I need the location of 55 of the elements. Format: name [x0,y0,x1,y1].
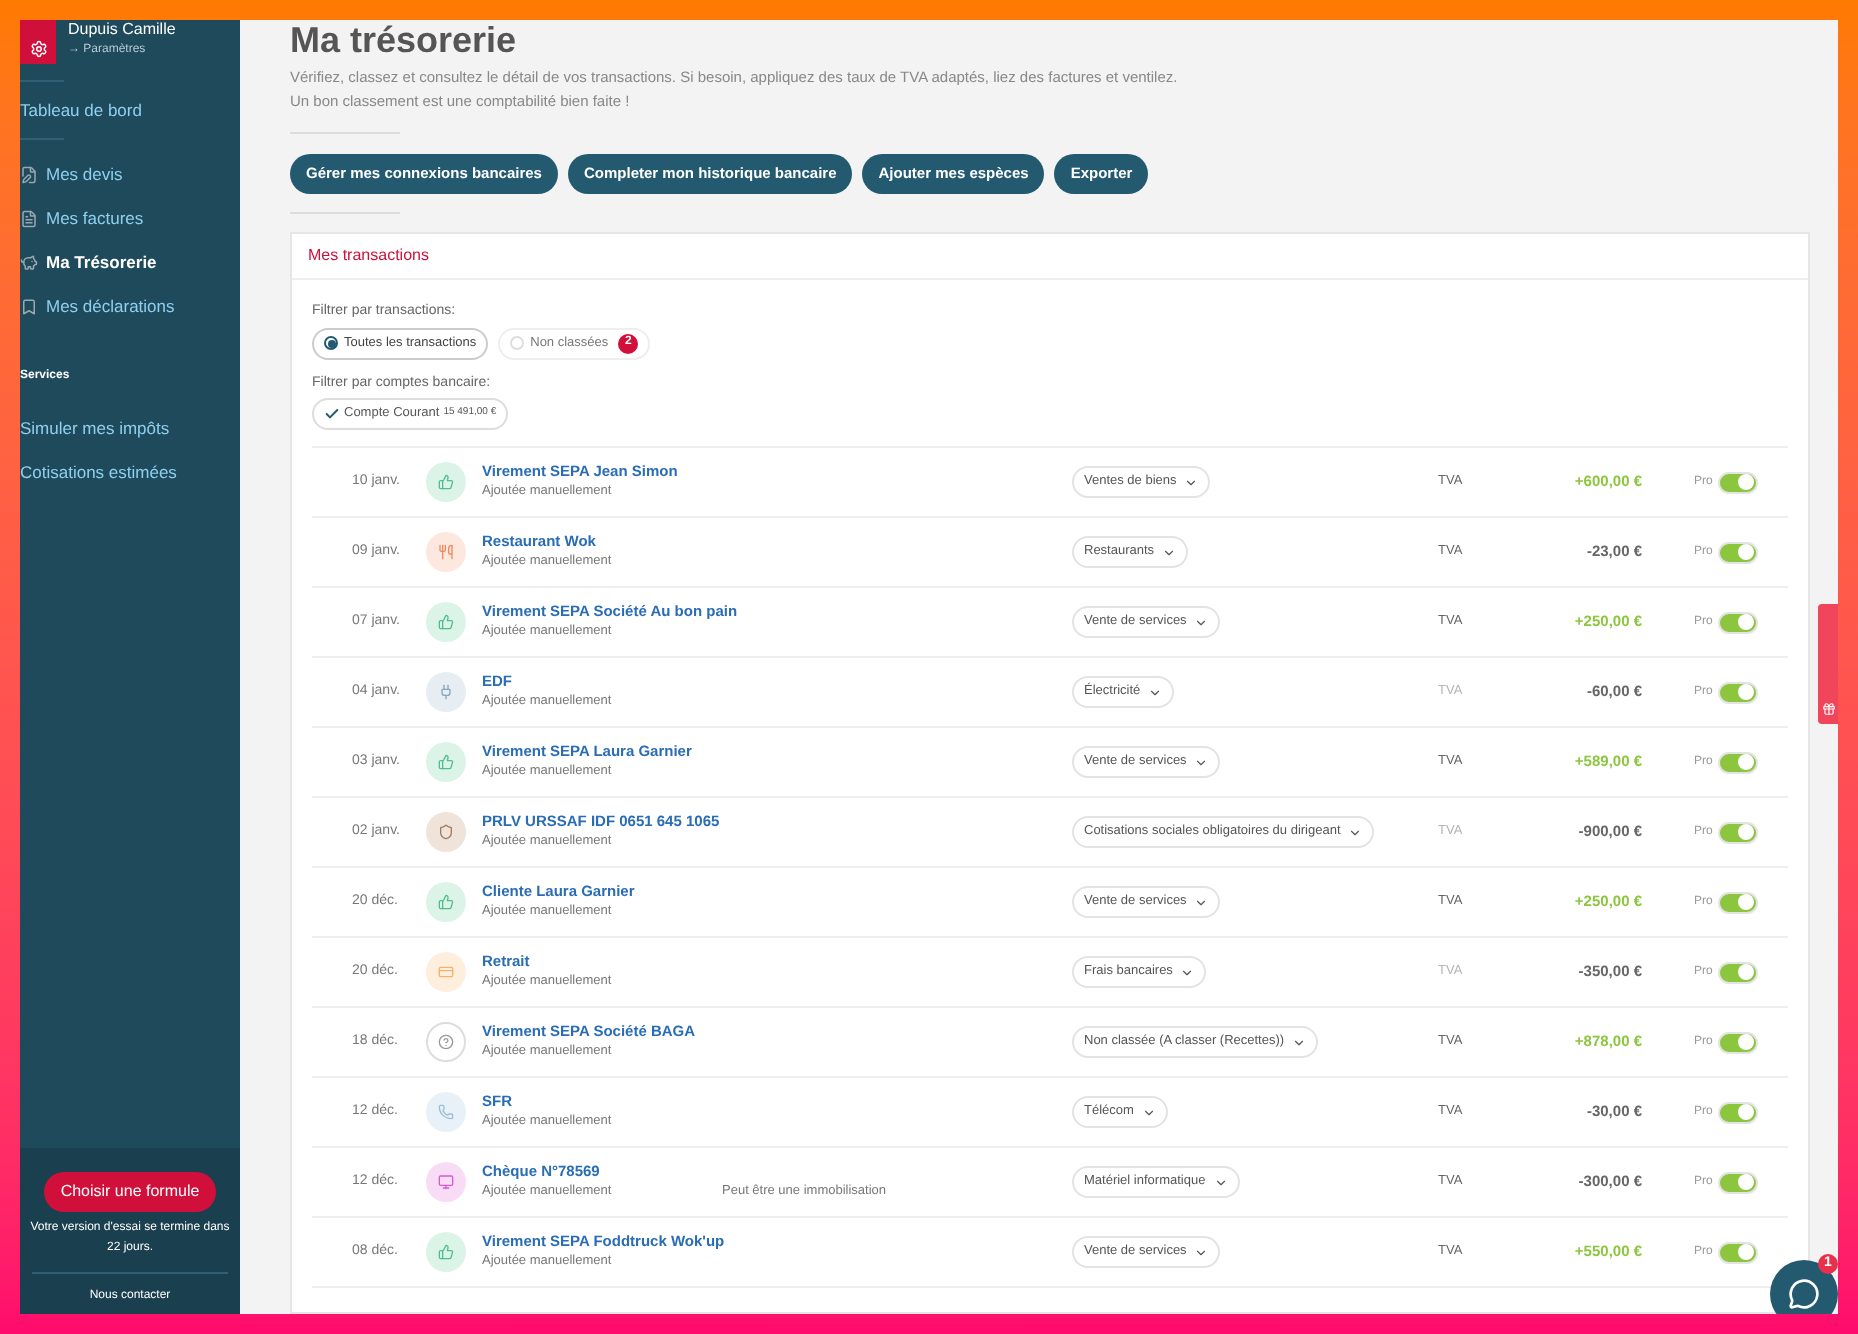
chevron-icon [1348,825,1363,839]
chevron-icon [1213,1175,1228,1189]
thumbs-up-icon [426,882,466,922]
pro-toggle[interactable] [1718,891,1758,913]
plug-icon [426,672,466,712]
card-title: Mes transactions [308,244,429,268]
pro-toggle[interactable] [1718,1241,1758,1263]
chevron-icon [1148,685,1163,699]
chevron-icon [1194,1245,1209,1259]
thumbs-up-icon [426,1232,466,1272]
thumbs-up-icon [426,602,466,642]
phone-icon [426,1092,466,1132]
chevron-icon [1184,475,1199,489]
thumbs-up-icon [426,462,466,502]
piggy-bank-icon [20,253,38,271]
thumbs-up-icon [426,742,466,782]
pro-toggle[interactable] [1718,1171,1758,1193]
nav-item[interactable]: Mes factures [20,196,240,240]
feedback-tab[interactable] [1818,604,1838,724]
gift-icon [1821,702,1835,716]
pro-toggle[interactable] [1718,821,1758,843]
chevron-icon [1194,755,1209,769]
chevron-icon [1180,965,1195,979]
chevron-icon [1194,615,1209,629]
pro-toggle[interactable] [1718,611,1758,633]
nav-item[interactable]: Tableau de bord [20,88,240,132]
user-name: Dupuis Camille [68,20,176,40]
nav-item[interactable]: Mes déclarations [20,284,240,328]
nav-item[interactable]: Cotisations estimées [20,450,240,494]
nav-item[interactable]: Mes devis [20,152,240,196]
pro-toggle[interactable] [1718,751,1758,773]
monitor-icon [426,1162,466,1202]
chat-icon [1788,1278,1820,1310]
pro-toggle[interactable] [1718,1101,1758,1123]
shield-icon [426,812,466,852]
document-pen-icon [20,165,38,183]
pro-toggle[interactable] [1718,961,1758,983]
document-icon [20,209,38,227]
pro-toggle[interactable] [1718,681,1758,703]
nav-item[interactable]: Ma Trésorerie [20,240,240,284]
nav-item[interactable]: Simuler mes impôts [20,406,240,450]
page-title: Ma trésorerie [290,20,517,62]
chevron-icon [1194,895,1209,909]
pro-toggle[interactable] [1718,541,1758,563]
avatar-icon [20,20,56,64]
card-icon [426,952,466,992]
question-icon [426,1022,466,1062]
chevron-icon [1292,1035,1307,1049]
pro-toggle[interactable] [1718,471,1758,493]
chevron-icon [1162,545,1177,559]
utensils-icon [426,532,466,572]
choose-plan-button[interactable]: Choisir une formule [44,1172,216,1212]
bookmark-icon [20,297,38,315]
chevron-icon [1141,1105,1156,1119]
pro-toggle[interactable] [1718,1031,1758,1053]
